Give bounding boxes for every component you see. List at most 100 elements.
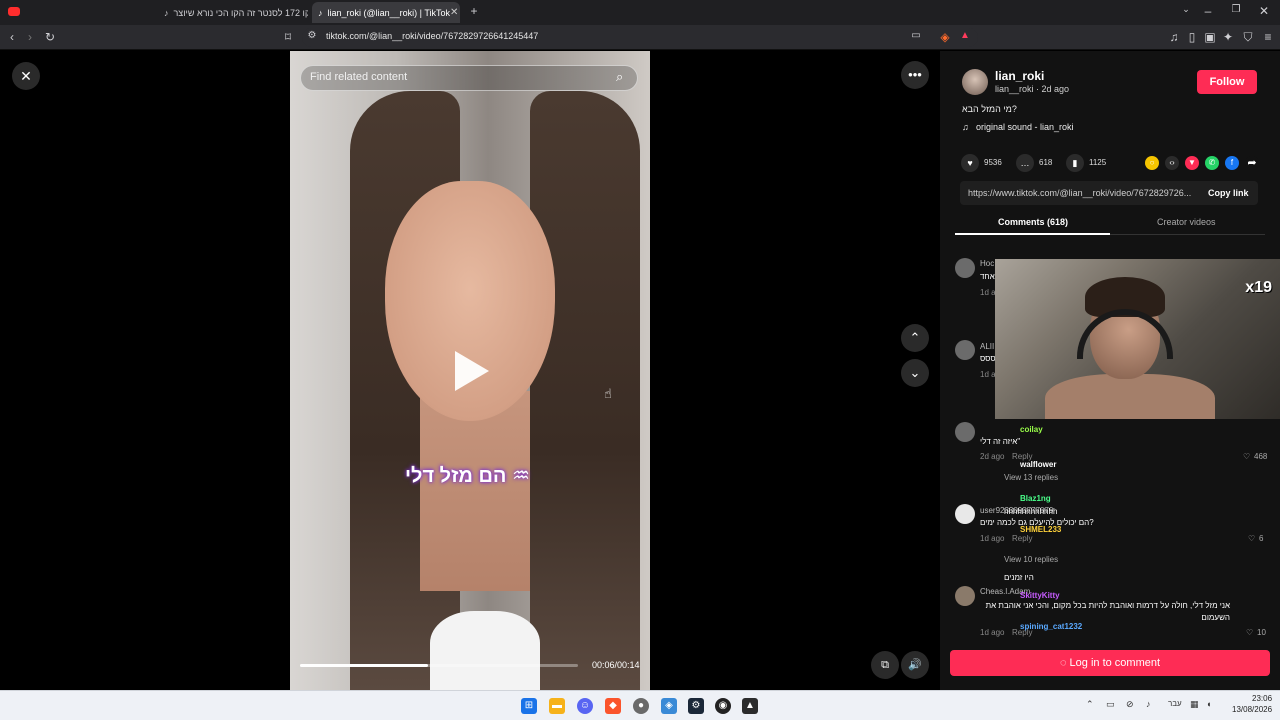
wallet-icon[interactable]: ▣ (1202, 30, 1218, 44)
login-label: Log in to comment (1069, 657, 1161, 669)
save-count: 1125 (1089, 158, 1107, 167)
heart-icon[interactable]: ♡ (1246, 628, 1253, 637)
search-icon[interactable]: ⌕ (616, 69, 623, 85)
tab-title: קו 172 לסנטר זה הקו הכי נורא שיוצר (173, 7, 309, 18)
bookmark-icon[interactable]: ▮ (1066, 154, 1084, 172)
heart-icon[interactable]: ♥ (961, 154, 979, 172)
avatar[interactable] (955, 586, 975, 606)
tiktok-icon: ♪ (164, 7, 169, 18)
network-icon[interactable]: ▦ (1190, 699, 1199, 710)
sound-link[interactable]: original sound - lian_roki (976, 122, 1074, 132)
url-text: tiktok.com/@lian__roki/video/76728297266… (326, 31, 539, 41)
discord-icon[interactable]: ☺ (577, 698, 593, 714)
browser-tab-1[interactable]: ♪ קו 172 לסנטר זה הקו הכי נורא שיוצר (158, 2, 308, 23)
shield-icon[interactable]: ⛉ (1240, 30, 1256, 45)
next-video-icon[interactable]: ⌄ (901, 359, 929, 387)
obs-icon[interactable]: ◉ (715, 698, 731, 714)
coin-icon[interactable]: ○ (1145, 156, 1159, 170)
webcam-badge: x19 (1245, 279, 1272, 296)
facebook-icon[interactable]: f (1225, 156, 1239, 170)
file-explorer-icon[interactable]: ▬ (549, 698, 565, 714)
heart-icon[interactable]: ♡ (1243, 452, 1250, 461)
language-indicator[interactable]: עבר (1168, 699, 1182, 708)
send-icon[interactable]: ▼ (1185, 156, 1199, 170)
avatar[interactable] (955, 504, 975, 524)
menu-icon[interactable]: ≡ (1260, 30, 1276, 44)
microphone-icon[interactable]: ♪ (1146, 699, 1151, 709)
reply-button[interactable]: Reply (1012, 534, 1032, 543)
cast-icon[interactable]: ▭ (908, 30, 924, 41)
comment-user[interactable]: Hoc (980, 259, 994, 268)
avatar[interactable] (955, 340, 975, 360)
close-icon[interactable]: ✕ (12, 62, 40, 90)
play-icon[interactable] (455, 351, 489, 391)
youtube-icon[interactable] (8, 7, 20, 16)
comment-time: 1d a (980, 370, 996, 379)
comment-user[interactable]: ALII (980, 342, 994, 351)
new-tab-button[interactable]: + (466, 4, 482, 18)
comment-time: 1d a (980, 288, 996, 297)
sidebar-icon[interactable]: ▯ (1184, 30, 1200, 44)
app-icon[interactable]: ● (633, 698, 649, 714)
brave-shield-icon[interactable]: ◈ (937, 30, 953, 44)
reload-icon[interactable]: ↻ (42, 30, 58, 44)
chat-name: Blaz1ng (1020, 494, 1051, 503)
tray-chevron-icon[interactable]: ⌃ (1086, 699, 1094, 710)
copy-link-button[interactable]: Copy link (1208, 188, 1249, 198)
bookmark-icon[interactable]: ⌑ (280, 30, 296, 44)
previous-video-icon[interactable]: ⌃ (901, 324, 929, 352)
music-note-icon: ♫ (962, 122, 969, 132)
extensions-icon[interactable]: ✦ (1220, 30, 1236, 44)
view-replies-button[interactable]: View 13 replies (1004, 473, 1058, 482)
tab-active-indicator (955, 233, 1110, 235)
more-options-icon[interactable]: ••• (901, 61, 929, 89)
tray-icon[interactable]: ⊘ (1126, 699, 1134, 710)
close-tab-icon[interactable]: ✕ (450, 7, 458, 18)
whatsapp-icon[interactable]: ✆ (1205, 156, 1219, 170)
clock-date: 13/08/2026 (1232, 705, 1273, 714)
tab-comments[interactable]: Comments (618) (998, 217, 1068, 227)
comment-time: 1d ago (980, 628, 1005, 637)
app-icon[interactable]: ◈ (661, 698, 677, 714)
brave-rewards-icon[interactable]: ▲ (957, 30, 973, 41)
back-icon[interactable]: ‹ (4, 30, 20, 44)
volume-icon[interactable]: ◖ (1206, 699, 1211, 709)
browser-tab-2[interactable]: ♪ lian_roki (@lian__roki) | TikTok ✕ (312, 2, 460, 23)
avatar[interactable] (955, 258, 975, 278)
share-icon[interactable]: ➦ (1245, 156, 1259, 170)
view-replies-button[interactable]: View 10 replies (1004, 555, 1058, 564)
tab-creator-videos[interactable]: Creator videos (1157, 217, 1216, 227)
brave-icon[interactable]: ◆ (605, 698, 621, 714)
comment-text: ססס (980, 354, 996, 363)
minimize-icon[interactable]: – (1200, 4, 1216, 18)
embed-icon[interactable]: ‹› (1165, 156, 1179, 170)
clock-time: 23:06 (1252, 694, 1273, 703)
media-icon[interactable]: ♫ (1166, 30, 1182, 44)
forward-icon[interactable]: › (22, 30, 38, 44)
comment-count: 618 (1039, 158, 1053, 167)
site-settings-icon[interactable]: ⚙ (304, 30, 320, 41)
video-time: 00:06/00:14 (592, 660, 640, 670)
creator-name[interactable]: lian_roki (995, 69, 1044, 83)
browser-tab-strip: ♪ קו 172 לסנטר זה הקו הכי נורא שיוצר ♪ l… (0, 0, 1280, 25)
login-to-comment-button[interactable]: ◌ Log in to comment (950, 650, 1270, 676)
taskbar-clock[interactable]: 23:06 13/08/2026 (1232, 693, 1272, 715)
comment-time: 2d ago (980, 452, 1005, 461)
steam-icon[interactable]: ⚙ (688, 698, 704, 714)
maximize-icon[interactable]: ❐ (1228, 4, 1244, 15)
comment-icon: ◌ (1059, 657, 1070, 669)
app-icon[interactable]: ▲ (742, 698, 758, 714)
comment-icon[interactable]: … (1016, 154, 1034, 172)
tab-search-icon[interactable]: ⌄ (1178, 4, 1194, 15)
avatar[interactable] (955, 422, 975, 442)
follow-button[interactable]: Follow (1197, 70, 1257, 94)
floating-player-icon[interactable]: ⧉ (871, 651, 899, 679)
volume-icon[interactable]: 🔊 (901, 651, 929, 679)
avatar[interactable] (962, 69, 988, 95)
video-description: מי המזל הבא? (962, 104, 1017, 114)
tray-icon[interactable]: ▭ (1106, 699, 1115, 710)
close-window-icon[interactable]: ✕ (1256, 4, 1272, 18)
windows-start-icon[interactable]: ⊞ (521, 698, 537, 714)
heart-icon[interactable]: ♡ (1248, 534, 1255, 543)
comment-text: אני מזל דלי, חולה על דרמות ואוהבת להיות … (985, 601, 1230, 622)
